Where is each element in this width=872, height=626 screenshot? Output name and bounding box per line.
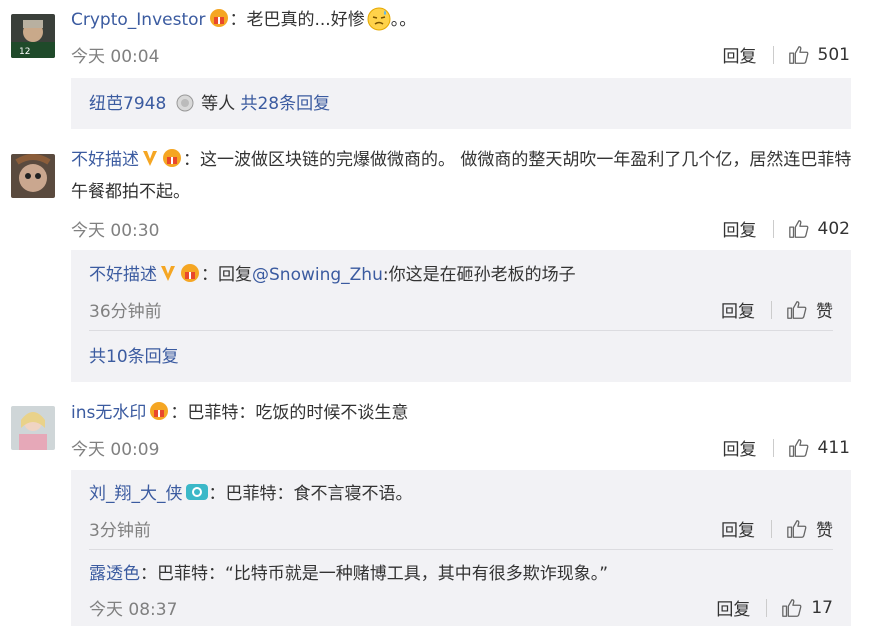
comment-text: ：这一波做区块链的完爆做微商的。 做微商的整天胡吹一年盈利了几个亿，居然连巴菲特… [71, 150, 852, 202]
like-button[interactable]: 402 [788, 218, 850, 240]
comment-time: 今天 00:30 [71, 221, 160, 241]
reply-time: 3分钟前 [89, 521, 151, 541]
camera-badge-icon [185, 482, 209, 502]
comment-time: 今天 00:09 [71, 440, 160, 460]
divider [89, 330, 833, 331]
reply-time: 今天 08:37 [89, 600, 178, 620]
thumbs-up-icon [787, 300, 807, 319]
divider [766, 598, 768, 617]
reply-text: :你这是在砸孙老板的场子 [382, 265, 576, 285]
like-count: 17 [811, 597, 833, 618]
avatar[interactable] [11, 406, 55, 450]
username[interactable]: Crypto_Investor [71, 10, 206, 30]
svg-text:12: 12 [19, 47, 30, 57]
reply-panel: 刘_翔_大_侠 ：巴菲特：食不言寝不语。 3分钟前 回复 赞 露透色：巴菲特：“比… [71, 470, 851, 626]
comment-time: 今天 00:04 [71, 47, 160, 67]
reply-button[interactable]: 回复 [721, 297, 755, 322]
like-button[interactable]: 赞 [786, 297, 833, 322]
sweat-emoji-icon [367, 7, 391, 31]
comment-actions: 回复 411 [723, 435, 850, 461]
like-count: 501 [817, 44, 850, 65]
reply-summary: 纽芭7948 等人 共28条回复 [71, 78, 851, 129]
reply-button[interactable]: 回复 [723, 42, 757, 67]
avatar[interactable]: 12 [11, 14, 55, 58]
reply-username[interactable]: 纽芭7948 [89, 94, 166, 114]
reply-button[interactable]: 回复 [723, 216, 757, 241]
reply-actions: 回复 赞 [721, 297, 833, 322]
gift-badge-icon [179, 263, 201, 283]
reply-username[interactable]: 刘_翔_大_侠 [89, 484, 183, 504]
thumbs-up-icon [788, 438, 808, 457]
comment-text: ：老巴真的...好惨 [229, 10, 365, 30]
reply-text-prefix: ：回复 [201, 265, 252, 285]
vip-v-icon [141, 147, 159, 167]
reply-summary-text: 等人 [201, 94, 236, 114]
thumbs-up-icon [787, 519, 807, 538]
divider [772, 438, 774, 457]
like-label: 赞 [816, 521, 833, 541]
comment-actions: 回复 501 [723, 42, 850, 68]
reply-button[interactable]: 回复 [721, 516, 755, 541]
thumbs-up-icon [788, 45, 808, 64]
divider [89, 549, 833, 550]
username[interactable]: ins无水印 [71, 403, 146, 423]
reply-time: 36分钟前 [89, 302, 162, 322]
reply-actions: 回复 赞 [721, 516, 833, 541]
like-count: 411 [817, 437, 850, 458]
gift-badge-icon [161, 147, 183, 167]
divider [771, 519, 772, 538]
like-button[interactable]: 赞 [786, 516, 833, 541]
username[interactable]: 不好描述 [71, 150, 139, 170]
reply-button[interactable]: 回复 [716, 595, 750, 620]
comment-text: ：巴菲特：吃饭的时候不谈生意 [170, 403, 409, 423]
gift-badge-icon [208, 7, 230, 27]
thumbs-up-icon [782, 598, 802, 617]
divider [772, 219, 774, 238]
reply-button[interactable]: 回复 [723, 435, 757, 460]
reply-text: ：巴菲特：“比特币就是一种赌博工具，其中有很多欺诈现象。” [140, 564, 609, 584]
medal-icon [174, 92, 196, 112]
comment-text-tail: 。。 [390, 10, 417, 30]
reply-text: ：巴菲特：食不言寝不语。 [208, 484, 413, 504]
mention-link[interactable]: @Snowing_Zhu [252, 265, 383, 285]
comment-actions: 回复 402 [723, 216, 850, 242]
divider [771, 300, 772, 319]
reply-username[interactable]: 不好描述 [89, 265, 157, 285]
divider [772, 45, 774, 64]
view-more-replies-link[interactable]: 共10条回复 [89, 347, 179, 367]
like-button[interactable]: 411 [788, 437, 850, 459]
view-all-replies-link[interactable]: 共28条回复 [240, 94, 330, 114]
like-count: 402 [817, 218, 850, 239]
like-label: 赞 [816, 302, 833, 322]
thumbs-up-icon [788, 219, 808, 238]
gift-badge-icon [148, 400, 170, 420]
reply-username[interactable]: 露透色 [89, 564, 140, 584]
avatar[interactable] [11, 154, 55, 198]
like-button[interactable]: 17 [781, 597, 833, 619]
vip-v-icon [159, 263, 177, 283]
reply-actions: 回复 17 [716, 595, 833, 621]
reply-panel: 不好描述 ：回复@Snowing_Zhu:你这是在砸孙老板的场子 36分钟前 回复… [71, 250, 851, 382]
like-button[interactable]: 501 [788, 44, 850, 66]
